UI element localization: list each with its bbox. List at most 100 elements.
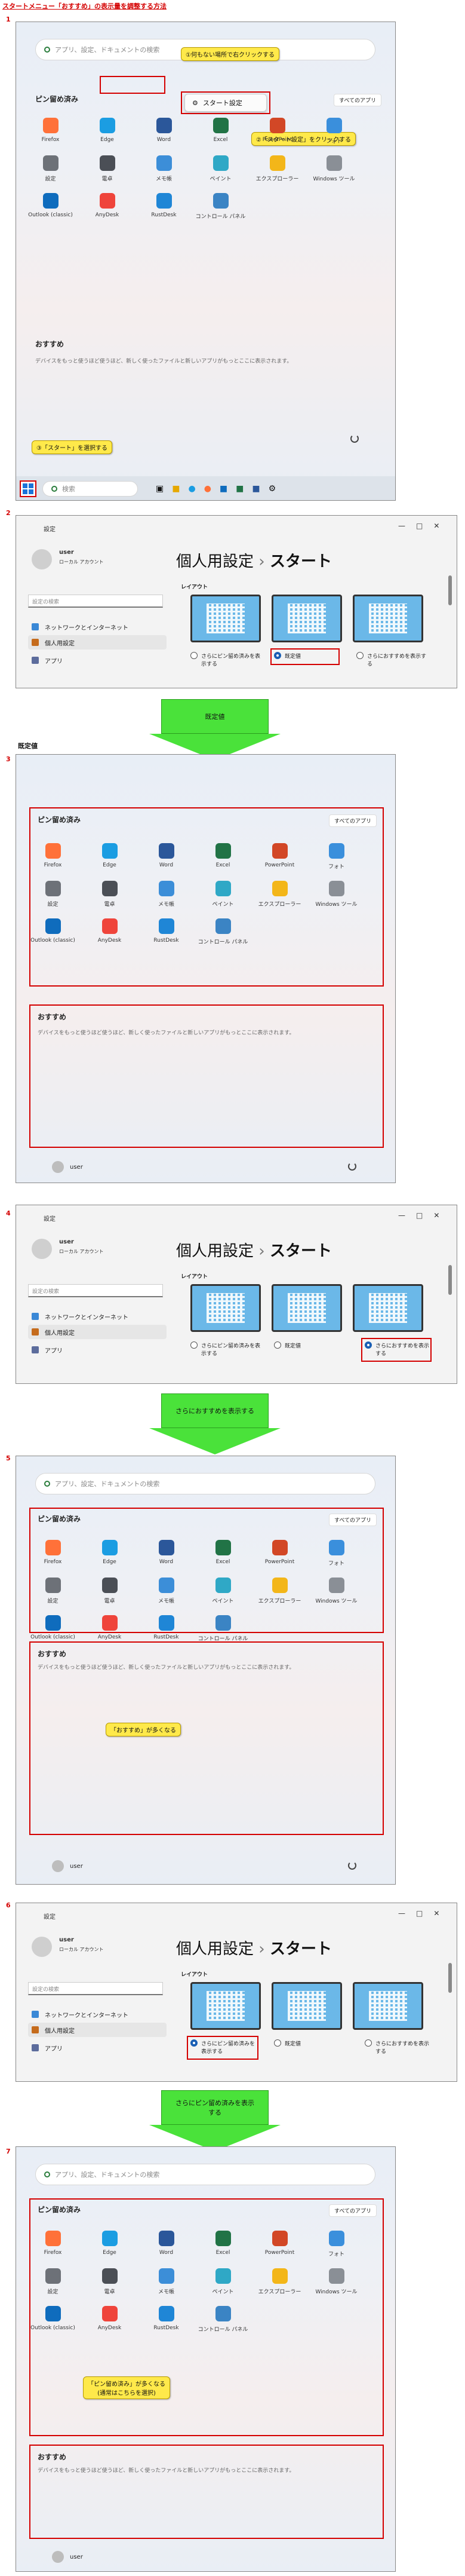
layout-default-preview[interactable] <box>272 1982 342 2030</box>
pinned-app-tile[interactable]: Excel <box>192 118 249 145</box>
pinned-app-tile[interactable]: Windows ツール <box>308 1578 365 1604</box>
pinned-app-tile[interactable]: ペイント <box>192 155 249 182</box>
pinned-app-tile[interactable]: Firefox <box>24 1540 81 1567</box>
layout-more-pins-preview[interactable] <box>190 1982 261 2030</box>
pinned-app-tile[interactable]: Firefox <box>24 843 81 870</box>
edge-icon[interactable]: ● <box>188 484 195 494</box>
taskbar-search-input[interactable]: 検索 <box>42 481 138 497</box>
nav-personalization[interactable]: 個人用設定 <box>28 2023 167 2037</box>
pinned-app-tile[interactable]: フォト <box>306 118 362 145</box>
pinned-app-tile[interactable]: Edge <box>81 843 138 870</box>
pinned-app-tile[interactable]: Outlook (classic) <box>24 918 81 945</box>
pinned-app-tile[interactable]: RustDesk <box>136 193 192 220</box>
pinned-app-tile[interactable]: Word <box>136 118 192 145</box>
pinned-app-tile[interactable]: Edge <box>81 1540 138 1567</box>
nav-personalization[interactable]: 個人用設定 <box>28 635 167 650</box>
nav-personalization[interactable]: 個人用設定 <box>28 1325 167 1339</box>
pinned-app-tile[interactable]: コントロール パネル <box>195 2306 251 2333</box>
pinned-app-tile[interactable]: Edge <box>79 118 136 145</box>
all-apps-button[interactable]: すべてのアプリ <box>329 2204 377 2217</box>
pinned-app-tile[interactable]: エクスプローラー <box>249 155 306 182</box>
pinned-app-tile[interactable]: フォト <box>308 843 365 870</box>
folder-icon[interactable]: ■ <box>172 484 180 494</box>
windows-start-button[interactable] <box>20 480 36 497</box>
pinned-app-tile[interactable]: フォト <box>308 1540 365 1567</box>
pinned-app-tile[interactable]: Firefox <box>22 118 79 145</box>
pinned-app-tile[interactable]: コントロール パネル <box>195 1615 251 1642</box>
window-controls[interactable]: —□✕ <box>398 522 450 530</box>
radio-more-recs[interactable]: さらにおすすめを表示する <box>356 652 428 667</box>
pinned-app-tile[interactable]: Outlook (classic) <box>24 1615 81 1642</box>
nav-apps[interactable]: アプリ <box>32 2042 167 2054</box>
radio-default[interactable]: 既定値 <box>274 1341 301 1349</box>
pinned-app-tile[interactable]: RustDesk <box>138 918 195 945</box>
settings-search-input[interactable]: 設定の検索 <box>28 595 163 608</box>
pinned-app-tile[interactable]: RustDesk <box>138 1615 195 1642</box>
excel-icon[interactable]: ■ <box>236 484 244 494</box>
layout-more-pins-preview[interactable] <box>190 1284 261 1332</box>
pinned-app-tile[interactable]: Windows ツール <box>308 2268 365 2295</box>
settings-search-input[interactable]: 設定の検索 <box>28 1982 163 1995</box>
pinned-app-tile[interactable]: 電卓 <box>81 1578 138 1604</box>
pinned-app-tile[interactable]: Windows ツール <box>308 881 365 908</box>
pinned-app-tile[interactable]: コントロール パネル <box>195 918 251 945</box>
pinned-app-tile[interactable]: PowerPoint <box>249 118 306 145</box>
all-apps-button[interactable]: すべてのアプリ <box>334 94 382 106</box>
layout-default-preview[interactable] <box>272 595 342 642</box>
pinned-app-tile[interactable]: メモ帳 <box>136 155 192 182</box>
pinned-app-tile[interactable]: PowerPoint <box>251 2231 308 2258</box>
power-icon[interactable] <box>350 434 359 443</box>
nav-apps[interactable]: アプリ <box>32 1344 167 1356</box>
pinned-app-tile[interactable]: 設定 <box>24 881 81 908</box>
pinned-app-tile[interactable]: Outlook (classic) <box>22 193 79 220</box>
word-icon[interactable]: ■ <box>252 484 260 494</box>
radio-more-pins[interactable]: さらにピン留め済みを表示する <box>190 652 261 667</box>
scrollbar[interactable] <box>448 1963 452 1993</box>
pinned-app-tile[interactable]: 設定 <box>22 155 79 182</box>
pinned-app-tile[interactable]: Edge <box>81 2231 138 2258</box>
outlook-icon[interactable]: ■ <box>220 484 227 494</box>
pinned-app-tile[interactable]: 電卓 <box>81 881 138 908</box>
widgets-icon[interactable]: ▣ <box>156 484 164 494</box>
pinned-app-tile[interactable]: RustDesk <box>138 2306 195 2333</box>
user-account-button[interactable]: user <box>52 1860 83 1872</box>
pinned-app-tile[interactable]: PowerPoint <box>251 843 308 870</box>
nav-network[interactable]: ネットワークとインターネット <box>32 621 167 633</box>
pinned-app-tile[interactable]: ペイント <box>195 881 251 908</box>
pinned-app-tile[interactable]: エクスプローラー <box>251 1578 308 1604</box>
pinned-app-tile[interactable]: Firefox <box>24 2231 81 2258</box>
pinned-app-tile[interactable]: Excel <box>195 2231 251 2258</box>
gear-icon[interactable]: ⚙ <box>269 484 276 494</box>
layout-more-recs-preview[interactable] <box>353 1284 423 1332</box>
pinned-app-tile[interactable]: メモ帳 <box>138 2268 195 2295</box>
power-icon[interactable] <box>348 1861 356 1870</box>
pinned-app-tile[interactable]: エクスプローラー <box>251 2268 308 2295</box>
pinned-app-tile[interactable]: Word <box>138 2231 195 2258</box>
start-search-input[interactable]: アプリ、設定、ドキュメントの検索 <box>35 2164 375 2185</box>
layout-default-preview[interactable] <box>272 1284 342 1332</box>
layout-more-recs-preview[interactable] <box>353 595 423 642</box>
pinned-app-tile[interactable]: エクスプローラー <box>251 881 308 908</box>
user-account-button[interactable]: user <box>52 2551 83 2563</box>
radio-more-recs[interactable]: さらにおすすめを表示する <box>365 2039 430 2055</box>
layout-more-recs-preview[interactable] <box>353 1982 423 2030</box>
pinned-app-tile[interactable]: AnyDesk <box>81 1615 138 1642</box>
nav-network[interactable]: ネットワークとインターネット <box>32 1310 167 1322</box>
nav-apps[interactable]: アプリ <box>32 654 167 666</box>
radio-default[interactable]: 既定値 <box>274 2039 301 2047</box>
pinned-app-tile[interactable]: Word <box>138 1540 195 1567</box>
pinned-app-tile[interactable]: 設定 <box>24 1578 81 1604</box>
pinned-app-tile[interactable]: 電卓 <box>81 2268 138 2295</box>
window-controls[interactable]: —□✕ <box>398 1909 450 1918</box>
user-account-button[interactable]: user <box>52 1161 83 1173</box>
scrollbar[interactable] <box>448 575 452 605</box>
pinned-app-tile[interactable]: PowerPoint <box>251 1540 308 1567</box>
pinned-app-tile[interactable]: ペイント <box>195 1578 251 1604</box>
pinned-app-tile[interactable]: Word <box>138 843 195 870</box>
pinned-app-tile[interactable]: 設定 <box>24 2268 81 2295</box>
window-controls[interactable]: —□✕ <box>398 1211 450 1220</box>
pinned-app-tile[interactable]: Outlook (classic) <box>24 2306 81 2333</box>
all-apps-button[interactable]: すべてのアプリ <box>329 1514 377 1526</box>
pinned-app-tile[interactable]: Excel <box>195 843 251 870</box>
pinned-app-tile[interactable]: メモ帳 <box>138 881 195 908</box>
